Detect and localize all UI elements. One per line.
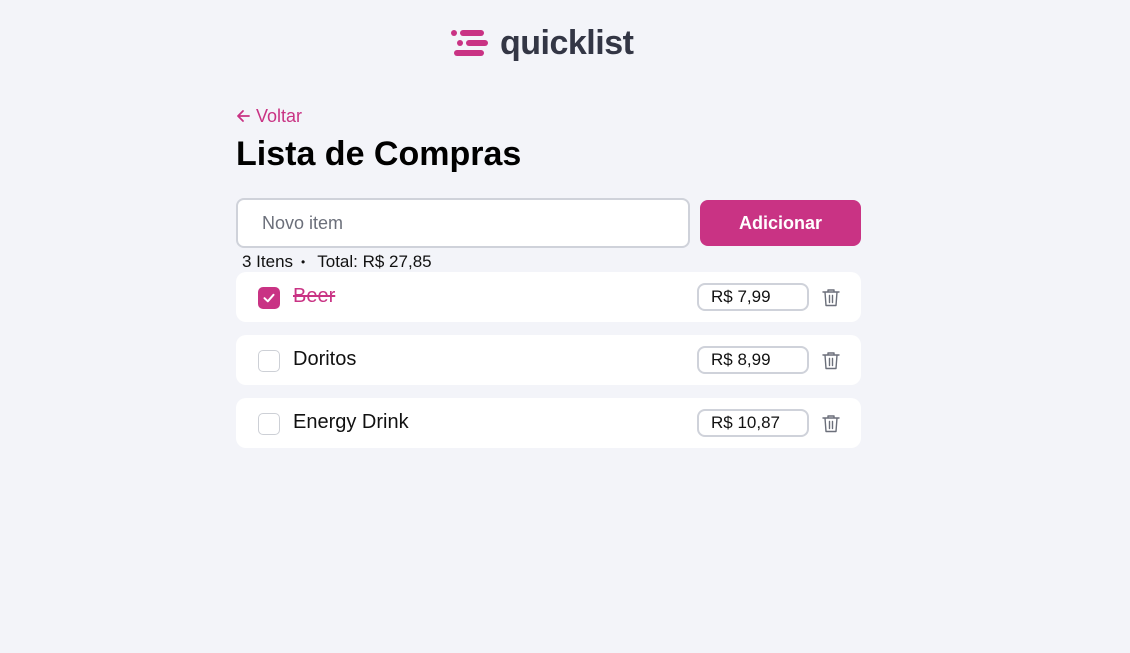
item-checkbox[interactable] — [258, 413, 280, 435]
item-name: Beer — [293, 285, 336, 307]
trash-icon[interactable] — [822, 414, 840, 433]
total-price: Total: R$ 27,85 — [317, 252, 432, 271]
item-price-input[interactable] — [697, 409, 809, 437]
item-name: Energy Drink — [293, 411, 409, 433]
list-item: Beer — [236, 272, 861, 322]
summary-separator: • — [301, 255, 306, 269]
trash-icon[interactable] — [822, 288, 840, 307]
add-item-form: Adicionar — [236, 198, 861, 248]
arrow-left-icon — [237, 110, 250, 122]
item-price-input[interactable] — [697, 283, 809, 311]
list-summary: 3 Itens • Total: R$ 27,85 — [242, 252, 432, 272]
main-content: Voltar Lista de Compras Adicionar 3 Iten… — [236, 104, 861, 448]
back-link-label: Voltar — [256, 105, 303, 126]
item-count: 3 Itens — [242, 252, 294, 271]
add-button[interactable]: Adicionar — [700, 200, 861, 246]
item-checkbox[interactable] — [258, 350, 280, 372]
trash-icon[interactable] — [822, 351, 840, 370]
quicklist-logo-icon — [451, 30, 488, 56]
page-title: Lista de Compras — [236, 135, 522, 173]
shopping-list: Beer Doritos Energy Drink — [236, 272, 861, 461]
app-logo: quicklist — [450, 24, 634, 62]
check-icon — [263, 293, 275, 303]
item-checkbox[interactable] — [258, 287, 280, 309]
list-item: Energy Drink — [236, 398, 861, 448]
item-name: Doritos — [293, 348, 357, 370]
new-item-input[interactable] — [236, 198, 690, 248]
brand-name: quicklist — [500, 24, 634, 62]
back-link[interactable]: Voltar — [236, 104, 861, 128]
list-item: Doritos — [236, 335, 861, 385]
item-price-input[interactable] — [697, 346, 809, 374]
